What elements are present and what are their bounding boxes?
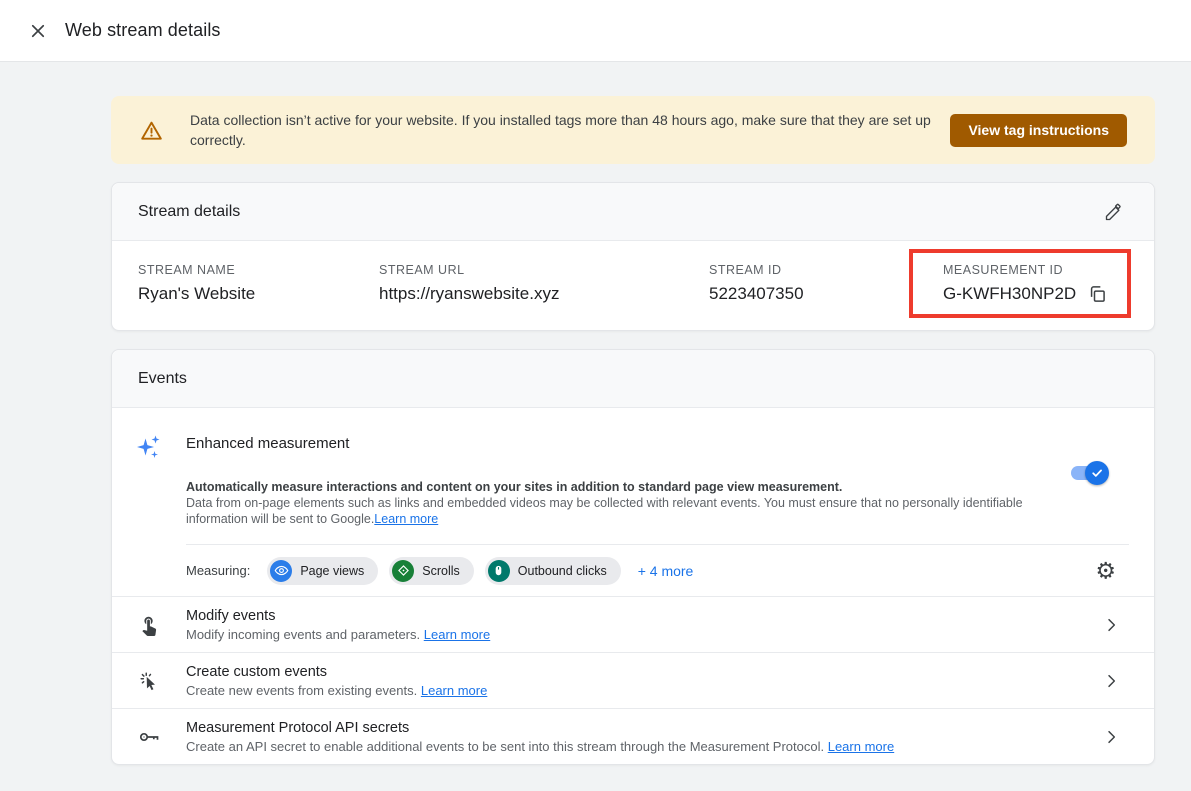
measurement-id-label: MEASUREMENT ID [943, 263, 1144, 277]
stream-url-field: STREAM URL https://ryanswebsite.xyz [379, 263, 709, 304]
modify-events-desc: Modify incoming events and parameters. [186, 627, 420, 642]
stream-name-field: STREAM NAME Ryan's Website [138, 263, 379, 304]
stream-id-label: STREAM ID [709, 263, 921, 277]
measurement-protocol-desc: Create an API secret to enable additiona… [186, 739, 824, 754]
enhanced-measurement-learn-more-link[interactable]: Learn more [374, 512, 438, 526]
chip-outbound-clicks-label: Outbound clicks [518, 564, 607, 578]
chip-page-views-label: Page views [300, 564, 364, 578]
warning-banner: Data collection isn’t active for your we… [111, 96, 1155, 164]
measurement-id-value: G-KWFH30NP2D [943, 284, 1076, 304]
enhanced-measurement-desc-line1: Automatically measure interactions and c… [186, 479, 1046, 495]
events-header: Events [112, 350, 1154, 408]
stream-details-body: STREAM NAME Ryan's Website STREAM URL ht… [112, 241, 1154, 330]
chip-scrolls-label: Scrolls [422, 564, 460, 578]
toggle-check-icon [1085, 461, 1109, 485]
stream-id-value: 5223407350 [709, 284, 921, 304]
edit-pencil-icon[interactable] [1100, 198, 1128, 226]
create-custom-events-title: Create custom events [186, 664, 487, 680]
page-title: Web stream details [65, 20, 221, 41]
close-icon[interactable] [25, 18, 51, 44]
enhanced-measurement-section: Enhanced measurement Automatically measu… [112, 408, 1154, 596]
sparkle-icon [112, 432, 186, 460]
topbar: Web stream details [0, 0, 1191, 62]
chip-outbound-clicks[interactable]: Outbound clicks [485, 557, 621, 585]
copy-icon[interactable] [1087, 284, 1107, 304]
events-title: Events [138, 370, 187, 388]
enhanced-measurement-desc-line2: Data from on-page elements such as links… [186, 496, 1023, 526]
measurement-id-field: MEASUREMENT ID G-KWFH30NP2D [931, 263, 1154, 304]
enhanced-measurement-title: Enhanced measurement [186, 432, 349, 452]
enhanced-measurement-toggle[interactable] [1071, 466, 1105, 480]
stream-id-field: STREAM ID 5223407350 [709, 263, 931, 304]
key-icon [112, 725, 186, 749]
measuring-row: Measuring: Page views [112, 545, 1154, 596]
touch-app-icon [112, 614, 186, 636]
create-custom-events-row[interactable]: Create custom events Create new events f… [112, 652, 1154, 708]
modify-events-title: Modify events [186, 608, 490, 624]
measuring-label: Measuring: [186, 563, 250, 578]
view-tag-instructions-button[interactable]: View tag instructions [950, 114, 1127, 147]
chevron-right-icon [1103, 728, 1120, 745]
stream-name-label: STREAM NAME [138, 263, 369, 277]
chevron-right-icon [1103, 672, 1120, 689]
warning-text: Data collection isn’t active for your we… [190, 110, 945, 150]
stream-details-header: Stream details [112, 183, 1154, 241]
stream-details-card: Stream details STREAM NAME Ryan's Websit… [111, 182, 1155, 331]
measurement-protocol-learn-more-link[interactable]: Learn more [828, 739, 894, 754]
chevron-right-icon [1103, 616, 1120, 633]
stream-details-title: Stream details [138, 203, 240, 221]
modify-events-learn-more-link[interactable]: Learn more [424, 627, 490, 642]
cursor-sparks-icon [112, 670, 186, 692]
chip-scrolls[interactable]: Scrolls [389, 557, 474, 585]
create-custom-events-desc: Create new events from existing events. [186, 683, 417, 698]
create-custom-events-learn-more-link[interactable]: Learn more [421, 683, 487, 698]
more-chips-link[interactable]: + 4 more [638, 563, 694, 579]
mouse-icon [488, 560, 510, 582]
stream-url-label: STREAM URL [379, 263, 699, 277]
diamond-scroll-icon [392, 560, 414, 582]
eye-icon [270, 560, 292, 582]
measurement-protocol-title: Measurement Protocol API secrets [186, 720, 894, 736]
gear-icon[interactable]: ⚙ [1095, 559, 1116, 582]
stream-url-value: https://ryanswebsite.xyz [379, 284, 699, 304]
chip-page-views[interactable]: Page views [267, 557, 378, 585]
warning-icon [140, 119, 163, 142]
enhanced-measurement-description: Automatically measure interactions and c… [186, 479, 1046, 527]
stream-name-value: Ryan's Website [138, 284, 369, 304]
measurement-protocol-api-secrets-row[interactable]: Measurement Protocol API secrets Create … [112, 708, 1154, 764]
events-card: Events Enhanced measurement Automaticall… [111, 349, 1155, 765]
modify-events-row[interactable]: Modify events Modify incoming events and… [112, 596, 1154, 652]
